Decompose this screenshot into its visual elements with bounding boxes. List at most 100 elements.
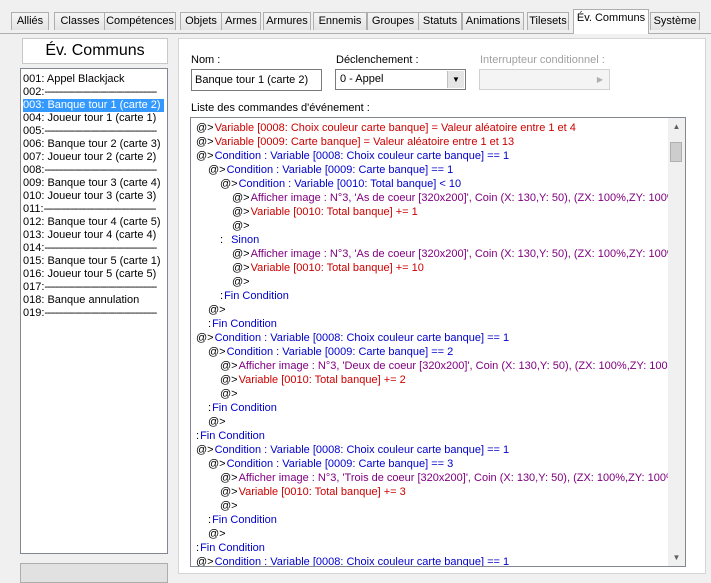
tab-5[interactable]: Armures — [263, 12, 311, 30]
command-marker: @> — [232, 276, 250, 288]
list-item[interactable]: 013: Joueur tour 4 (carte 4) — [23, 229, 164, 242]
list-item[interactable]: 001: Appel Blackjack — [23, 73, 164, 86]
command-row[interactable]: @>Condition : Variable [0008: Choix coul… — [196, 331, 509, 345]
list-item[interactable]: 005:------------------------------------… — [23, 125, 164, 138]
command-row[interactable]: @>Condition : Variable [0009: Carte banq… — [208, 457, 453, 471]
command-row[interactable]: @> — [208, 303, 227, 317]
list-item[interactable]: 014:------------------------------------… — [23, 242, 164, 255]
name-field[interactable]: Banque tour 1 (carte 2) — [191, 69, 322, 91]
command-row[interactable]: :Fin Condition — [220, 289, 289, 303]
tab-1[interactable]: Classes — [54, 12, 106, 30]
list-item[interactable]: 016: Joueur tour 5 (carte 5) — [23, 268, 164, 281]
event-label: 007: Joueur tour 2 (carte 2) — [23, 151, 157, 163]
event-label: 004: Joueur tour 1 (carte 1) — [23, 112, 157, 124]
tab-12[interactable]: Système — [650, 12, 700, 30]
command-marker: @> — [232, 206, 250, 218]
command-row[interactable]: @> — [232, 219, 251, 233]
command-row[interactable]: @> — [208, 415, 227, 429]
command-row[interactable]: @>Afficher image : N°3, 'Trois de coeur … — [220, 471, 676, 485]
command-marker: @> — [220, 388, 238, 400]
list-item[interactable]: 002:------------------------------------… — [23, 86, 164, 99]
command-marker: @> — [208, 416, 226, 428]
list-item[interactable]: 017:------------------------------------… — [23, 281, 164, 294]
tab-9[interactable]: Animations — [462, 12, 524, 30]
command-row[interactable]: @> — [220, 387, 239, 401]
command-row[interactable]: @>Condition : Variable [0008: Choix coul… — [196, 555, 509, 566]
list-item[interactable]: 012: Banque tour 4 (carte 5) — [23, 216, 164, 229]
command-row[interactable]: @> — [232, 275, 251, 289]
command-row[interactable]: : Sinon — [220, 233, 259, 247]
event-label: 013: Joueur tour 4 (carte 4) — [23, 229, 157, 241]
command-row[interactable]: @>Variable [0010: Total banque] += 3 — [220, 485, 406, 499]
command-row[interactable]: @>Variable [0009: Carte banque] = Valeur… — [196, 135, 514, 149]
command-row[interactable]: @>Condition : Variable [0009: Carte banq… — [208, 163, 453, 177]
event-label: 016: Joueur tour 5 (carte 5) — [23, 268, 157, 280]
command-marker: @> — [196, 150, 214, 162]
command-row[interactable]: @>Afficher image : N°3, 'As de coeur [32… — [232, 191, 683, 205]
trigger-select[interactable]: 0 - Appel ▼ — [335, 69, 466, 90]
tab-11[interactable]: Év. Communs — [573, 9, 649, 34]
command-text: Afficher image : N°3, 'As de coeur [320x… — [250, 192, 684, 204]
command-row[interactable]: @>Condition : Variable [0009: Carte banq… — [208, 345, 453, 359]
command-row[interactable]: @>Afficher image : N°3, 'Deux de coeur [… — [220, 359, 668, 373]
common-event-list[interactable]: 001: Appel Blackjack 002:----------------… — [20, 68, 168, 554]
tab-0[interactable]: Alliés — [11, 12, 49, 30]
separator-dashes: ----------------------------------------… — [44, 242, 157, 254]
command-text: Fin Condition — [200, 542, 265, 554]
command-text: Fin Condition — [212, 318, 277, 330]
scrollbar-thumb[interactable] — [670, 142, 682, 162]
event-label: 015: Banque tour 5 (carte 1) — [23, 255, 161, 267]
chevron-down-icon[interactable]: ▼ — [447, 71, 464, 88]
command-row[interactable]: @> — [220, 499, 239, 513]
command-row[interactable]: @>Variable [0010: Total banque] += 10 — [232, 261, 424, 275]
list-item[interactable]: 018: Banque annulation — [23, 294, 164, 307]
command-marker: : — [220, 290, 224, 302]
list-item[interactable]: 006: Banque tour 2 (carte 3) — [23, 138, 164, 151]
command-row[interactable]: @>Condition : Variable [0010: Total banq… — [220, 177, 461, 191]
command-row[interactable]: @>Variable [0008: Choix couleur carte ba… — [196, 121, 576, 135]
list-item[interactable]: 008:------------------------------------… — [23, 164, 164, 177]
command-row[interactable]: :Fin Condition — [208, 401, 277, 415]
command-row[interactable]: @>Variable [0010: Total banque] += 2 — [220, 373, 406, 387]
command-row[interactable]: :Fin Condition — [196, 429, 265, 443]
tab-4[interactable]: Armes — [221, 12, 261, 30]
command-marker: @> — [232, 262, 250, 274]
separator-dashes: ----------------------------------------… — [44, 164, 157, 176]
list-item[interactable]: 007: Joueur tour 2 (carte 2) — [23, 151, 164, 164]
tab-3[interactable]: Objets — [180, 12, 222, 30]
list-item[interactable]: 004: Joueur tour 1 (carte 1) — [23, 112, 164, 125]
command-row[interactable]: :Fin Condition — [196, 541, 265, 555]
command-row[interactable]: @> — [208, 527, 227, 541]
list-item[interactable]: 015: Banque tour 5 (carte 1) — [23, 255, 164, 268]
list-item[interactable]: 003: Banque tour 1 (carte 2) — [23, 99, 164, 112]
command-row[interactable]: :Fin Condition — [208, 513, 277, 527]
command-row[interactable]: @>Afficher image : N°3, 'As de coeur [32… — [232, 247, 683, 261]
command-text: Fin Condition — [212, 402, 277, 414]
event-label: 008: — [23, 164, 45, 176]
command-row[interactable]: @>Condition : Variable [0008: Choix coul… — [196, 149, 509, 163]
event-label: 014: — [23, 242, 45, 254]
list-item[interactable]: 010: Joueur tour 3 (carte 3) — [23, 190, 164, 203]
command-text: Variable [0009: Carte banque] = Valeur a… — [214, 136, 515, 148]
command-list-scrollbar[interactable]: ▲ ▼ — [668, 118, 685, 566]
command-marker: : — [220, 234, 224, 246]
list-item[interactable]: 009: Banque tour 3 (carte 4) — [23, 177, 164, 190]
arrow-up-icon[interactable]: ▲ — [668, 118, 685, 135]
tab-7[interactable]: Groupes — [367, 12, 419, 30]
separator-dashes: ----------------------------------------… — [44, 86, 157, 98]
change-max-button[interactable] — [20, 563, 168, 583]
command-row[interactable]: @>Condition : Variable [0008: Choix coul… — [196, 443, 509, 457]
arrow-down-icon[interactable]: ▼ — [668, 549, 685, 566]
event-label: 011: — [23, 203, 44, 215]
tab-2[interactable]: Compétences — [104, 12, 176, 30]
command-row[interactable]: :Fin Condition — [208, 317, 277, 331]
list-item[interactable]: 019:------------------------------------… — [23, 307, 164, 320]
tab-6[interactable]: Ennemis — [313, 12, 367, 30]
tab-8[interactable]: Statuts — [418, 12, 462, 30]
command-marker: @> — [196, 444, 214, 456]
event-command-list[interactable]: @>Variable [0008: Choix couleur carte ba… — [190, 117, 686, 567]
command-row[interactable]: @>Variable [0010: Total banque] += 1 — [232, 205, 418, 219]
tab-10[interactable]: Tilesets — [527, 12, 569, 30]
tab-bar: Alliés Classes Compétences Objets Armes Armur… — [0, 0, 711, 34]
list-item[interactable]: 011:------------------------------------… — [23, 203, 164, 216]
